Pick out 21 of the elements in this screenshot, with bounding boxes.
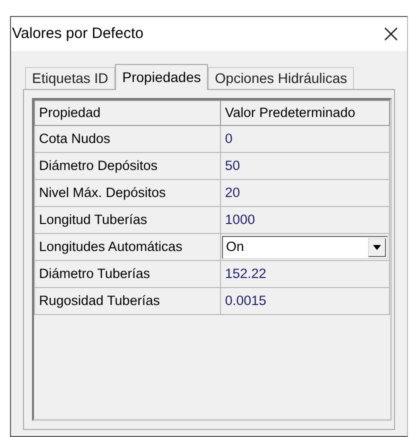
property-name: Longitud Tuberías — [34, 206, 220, 234]
column-header: Propiedad — [34, 100, 220, 126]
property-name: Diámetro Depósitos — [34, 152, 220, 180]
value-dropdown[interactable]: On — [222, 236, 388, 258]
property-value[interactable]: 1000 — [225, 212, 256, 227]
close-icon[interactable] — [384, 27, 398, 41]
property-value[interactable]: 152.22 — [225, 266, 266, 281]
tab[interactable]: Opciones Hidráulicas — [208, 67, 354, 89]
property-value[interactable]: 20 — [225, 184, 240, 200]
window-title: Valores por Defecto — [12, 24, 144, 44]
tab[interactable]: Etiquetas ID — [25, 67, 116, 89]
property-name: Diámetro Tuberías — [34, 260, 220, 288]
tab[interactable]: Propiedades — [115, 64, 208, 90]
property-name: Rugosidad Tuberías — [34, 288, 220, 314]
property-name: Nivel Máx. Depósitos — [34, 180, 220, 206]
property-value[interactable]: 50 — [225, 158, 240, 173]
property-name: Cota Nudos — [34, 126, 220, 152]
property-value[interactable]: 0 — [225, 130, 233, 146]
column-header: Valor Predeterminado — [220, 100, 390, 126]
property-value[interactable]: 0.0015 — [225, 292, 266, 308]
property-name: Longitudes Automáticas — [34, 234, 220, 260]
